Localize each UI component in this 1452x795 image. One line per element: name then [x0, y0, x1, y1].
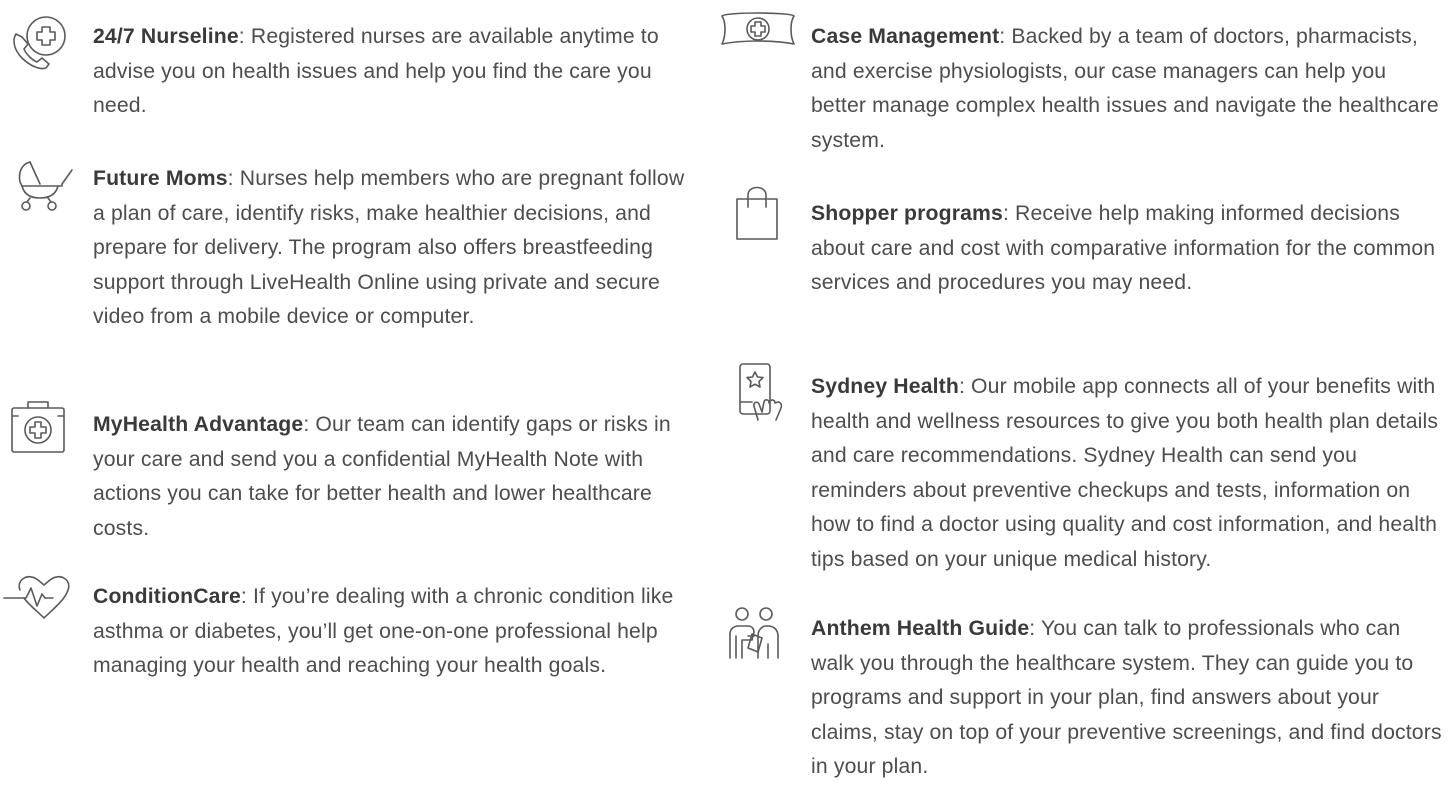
item-title: ConditionCare — [93, 585, 241, 608]
item-title: Future Moms — [93, 167, 228, 190]
item-description: You can talk to professionals who can wa… — [811, 617, 1442, 779]
heartbeat-icon — [2, 570, 74, 626]
medical-kit-icon — [6, 398, 70, 458]
baby-stroller-icon — [16, 156, 76, 216]
item-title: Sydney Health — [811, 375, 959, 398]
item-description: Nurses help members who are pregnant fol… — [93, 167, 685, 329]
item-title: Shopper programs — [811, 202, 1003, 225]
item-title: MyHealth Advantage — [93, 413, 304, 436]
nurse-cap-icon — [718, 10, 798, 50]
phone-cross-icon — [2, 14, 72, 74]
item-title: 24/7 Nurseline — [93, 25, 239, 48]
people-guide-icon — [726, 606, 790, 662]
item-title: Case Management — [811, 25, 1000, 48]
shopping-bag-icon — [734, 183, 780, 243]
item-description: Our mobile app connects all of your bene… — [811, 375, 1439, 571]
item-title: Anthem Health Guide — [811, 617, 1030, 640]
mobile-app-icon — [736, 362, 796, 422]
